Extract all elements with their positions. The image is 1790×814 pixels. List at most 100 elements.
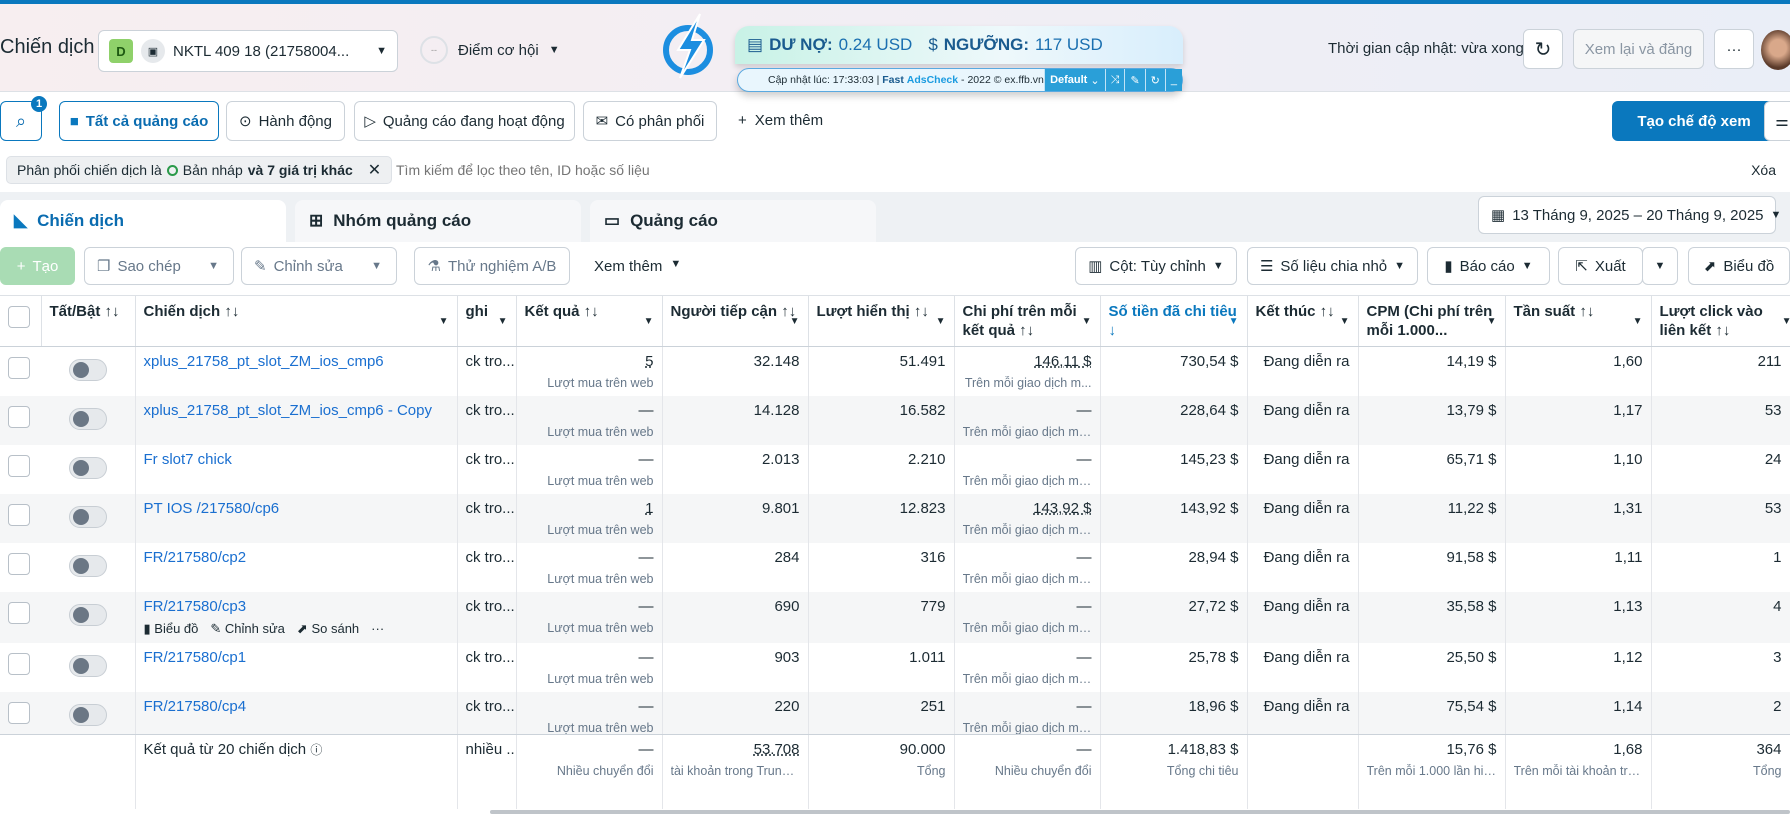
table-row[interactable]: FR/217580/cp2 ck tro... — Lượt mua trên w… xyxy=(0,543,1790,592)
date-range-picker[interactable]: ▦ 13 Tháng 9, 2025 – 20 Tháng 9, 2025 ▼ xyxy=(1478,196,1781,234)
avatar[interactable] xyxy=(1761,30,1790,70)
review-publish-button[interactable]: Xem lại và đăng xyxy=(1573,29,1704,69)
row-action-compare[interactable]: ⬈ So sánh xyxy=(297,621,359,637)
campaign-name-link[interactable]: Fr slot7 chick xyxy=(144,451,449,468)
profile-select[interactable]: Default ⌄ xyxy=(1044,69,1105,91)
shuffle-icon[interactable]: ⤨ xyxy=(1104,69,1125,91)
column-header-toggle[interactable]: Tất/Bật ↑↓ xyxy=(41,295,136,347)
opportunity-score[interactable]: -- Điểm cơ hội ▼ xyxy=(420,36,560,64)
row-action-more[interactable]: ··· xyxy=(371,621,384,637)
select-all-checkbox[interactable] xyxy=(8,306,30,328)
row-checkbox[interactable] xyxy=(8,702,30,724)
chevron-down-icon[interactable]: ▼ xyxy=(1487,312,1497,331)
table-row[interactable]: xplus_21758_pt_slot_ZM_ios_cmp6 ck tro..… xyxy=(0,346,1790,396)
column-header-ghi[interactable]: ghi ▼ xyxy=(457,295,517,347)
view-more[interactable]: + Xem thêm xyxy=(738,112,823,129)
export-dropdown[interactable]: ▼ xyxy=(1642,247,1678,285)
chevron-down-icon[interactable]: ▼ xyxy=(936,312,946,331)
view-actions[interactable]: ⊙ Hành động xyxy=(226,101,345,141)
campaign-name-link[interactable]: FR/217580/cp4 xyxy=(144,698,449,715)
column-header-frequency[interactable]: Tần suất ↑↓ ▼ xyxy=(1505,295,1652,347)
column-header-link-clicks[interactable]: Lượt click vào liên kết ↑↓ ▼ xyxy=(1651,295,1790,347)
campaign-toggle[interactable] xyxy=(68,408,107,430)
chart-button[interactable]: ⬈ Biểu đồ xyxy=(1688,247,1790,285)
tab-ads[interactable]: ▭ Quảng cáo xyxy=(590,200,876,242)
close-icon[interactable]: ✕ xyxy=(368,160,381,180)
campaign-name-link[interactable]: xplus_21758_pt_slot_ZM_ios_cmp6 - Copy xyxy=(144,402,449,419)
account-selector[interactable]: D ▣ NKTL 409 18 (21758004... ▼ xyxy=(98,30,398,72)
campaign-name-link[interactable]: PT IOS /217580/cp6 xyxy=(144,500,449,517)
copy-button[interactable]: ❐ Sao chép ▼ xyxy=(84,247,234,285)
column-header-reach[interactable]: Người tiếp cận ↑↓ ▼ xyxy=(662,295,809,347)
row-action-pencil[interactable]: ✎ Chỉnh sửa xyxy=(210,621,285,637)
row-checkbox[interactable] xyxy=(8,602,30,624)
column-header-impressions[interactable]: Lượt hiển thị ↑↓ ▼ xyxy=(808,295,955,347)
chevron-down-icon[interactable]: ▼ xyxy=(644,312,654,331)
create-button[interactable]: + Tạo xyxy=(0,247,75,285)
row-checkbox[interactable] xyxy=(8,553,30,575)
filter-search-input[interactable] xyxy=(396,158,1496,182)
refresh-button[interactable]: ↻ xyxy=(1523,29,1563,69)
chevron-down-icon[interactable]: ▼ xyxy=(439,312,449,331)
campaign-name-link[interactable]: FR/217580/cp3 xyxy=(144,598,449,615)
export-button[interactable]: ⇱ Xuất xyxy=(1558,247,1643,285)
row-checkbox[interactable] xyxy=(8,406,30,428)
search-button[interactable]: ⌕ 1 xyxy=(0,96,47,141)
column-header-select-all[interactable] xyxy=(0,295,42,347)
view-active-ads[interactable]: ▷ Quảng cáo đang hoạt động xyxy=(354,101,575,141)
breakdown-button[interactable]: ☰ Số liệu chia nhỏ ▼ xyxy=(1247,247,1418,285)
refresh-icon[interactable]: ↻ xyxy=(1144,69,1165,91)
horizontal-scrollbar[interactable] xyxy=(490,810,1790,814)
more-button[interactable]: ··· xyxy=(1714,29,1754,69)
more-actions-button[interactable]: Xem thêm ▼ xyxy=(594,258,681,275)
campaign-toggle[interactable] xyxy=(68,506,107,528)
campaign-toggle[interactable] xyxy=(68,359,107,381)
row-action-bar-chart[interactable]: ▮ Biểu đồ xyxy=(144,621,199,637)
table-row[interactable]: xplus_21758_pt_slot_ZM_ios_cmp6 - Copy c… xyxy=(0,396,1790,445)
table-row[interactable]: FR/217580/cp3 ▮ Biểu đồ ✎ Chỉnh sửa ⬈ So sá… xyxy=(0,592,1790,643)
settings-sliders-button[interactable]: ⚌ xyxy=(1764,101,1790,141)
campaign-name-link[interactable]: xplus_21758_pt_slot_ZM_ios_cmp6 xyxy=(144,353,449,370)
chevron-down-icon[interactable]: ▼ xyxy=(1082,312,1092,331)
table-row[interactable]: PT IOS /217580/cp6 ck tro... 1 Lượt mua t… xyxy=(0,494,1790,543)
chevron-down-icon[interactable]: ▼ xyxy=(1340,312,1350,331)
ab-test-button[interactable]: ⚗ Thử nghiệm A/B xyxy=(414,247,570,285)
campaign-toggle[interactable] xyxy=(68,704,107,726)
view-delivering[interactable]: ✉ Có phân phối xyxy=(583,101,717,141)
column-header-cost-per-result[interactable]: Chi phí trên mỗi kết quả ↑↓ ▼ xyxy=(954,295,1101,347)
table-row[interactable]: FR/217580/cp4 ck tro... — Lượt mua trên w… xyxy=(0,692,1790,734)
campaign-name-link[interactable]: FR/217580/cp2 xyxy=(144,549,449,566)
campaign-toggle[interactable] xyxy=(68,555,107,577)
chevron-down-icon[interactable]: ▼ xyxy=(1633,312,1643,331)
campaign-toggle[interactable] xyxy=(68,457,107,479)
clear-filters-link[interactable]: Xóa xyxy=(1751,162,1776,178)
minimize-icon[interactable]: _ xyxy=(1164,69,1182,91)
table-row[interactable]: Fr slot7 chick ck tro... — Lượt mua trên … xyxy=(0,445,1790,494)
chevron-down-icon[interactable]: ▼ xyxy=(1229,312,1239,331)
reports-button[interactable]: ▮ Báo cáo ▼ xyxy=(1427,247,1550,285)
row-checkbox[interactable] xyxy=(8,455,30,477)
column-header-campaign[interactable]: Chiến dịch ↑↓ ▼ xyxy=(135,295,458,347)
row-checkbox[interactable] xyxy=(8,504,30,526)
chevron-down-icon[interactable]: ▼ xyxy=(790,312,800,331)
chevron-down-icon[interactable]: ▼ xyxy=(498,312,508,331)
table-row[interactable]: FR/217580/cp1 ck tro... — Lượt mua trên w… xyxy=(0,643,1790,692)
tab-ad-sets[interactable]: ⊞ Nhóm quảng cáo xyxy=(295,200,581,242)
edit-button[interactable]: ✎ Chỉnh sửa ▼ xyxy=(241,247,397,285)
info-icon[interactable]: ⓘ xyxy=(310,743,322,757)
column-header-amount-spent[interactable]: Số tiền đã chi tiêu ↓ ▼ xyxy=(1100,295,1248,347)
column-header-ends[interactable]: Kết thúc ↑↓ ▼ xyxy=(1247,295,1359,347)
view-all-ads[interactable]: ■ Tất cả quảng cáo xyxy=(59,101,219,141)
campaign-toggle[interactable] xyxy=(68,655,107,677)
create-view-button[interactable]: Tạo chế độ xem xyxy=(1612,101,1776,141)
column-header-results[interactable]: Kết quả ↑↓ ▼ xyxy=(516,295,663,347)
columns-button[interactable]: ▥ Cột: Tùy chỉnh ▼ xyxy=(1075,247,1237,285)
tab-campaigns[interactable]: ◣ Chiến dịch xyxy=(0,200,286,242)
row-checkbox[interactable] xyxy=(8,653,30,675)
campaign-toggle[interactable] xyxy=(68,604,107,626)
chevron-down-icon[interactable]: ▼ xyxy=(1782,312,1790,331)
filter-chip[interactable]: Phân phối chiến dịch là Bản nháp và 7 gi… xyxy=(6,156,393,184)
edit-icon[interactable]: ✎ xyxy=(1124,69,1145,91)
campaign-name-link[interactable]: FR/217580/cp1 xyxy=(144,649,449,666)
row-checkbox[interactable] xyxy=(8,357,30,379)
